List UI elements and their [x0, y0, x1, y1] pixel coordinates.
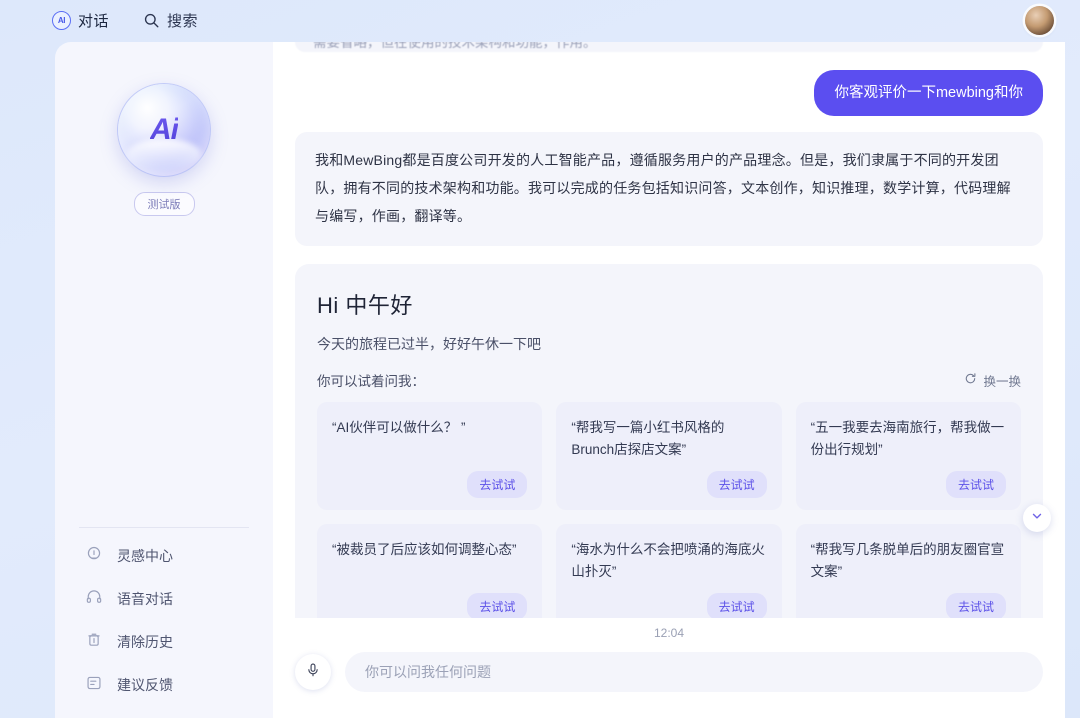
trash-icon [85, 631, 103, 652]
user-message-row: 你客观评价一下mewbing和你 [295, 70, 1043, 116]
refresh-label: 换一换 [983, 374, 1021, 389]
message-timestamp: 12:04 [273, 618, 1065, 646]
sidebar-item-label: 清除历史 [117, 633, 173, 650]
sidebar-item-label: 灵感中心 [117, 547, 173, 564]
sidebar-item-voice-chat[interactable]: 语音对话 [85, 577, 249, 620]
suggestion-text: “海水为什么不会把喷涌的海底火山扑灭” [571, 542, 765, 579]
main-panel: 需要省略，但在使用的技术架构和功能，作用。 你客观评价一下mewbing和你 我… [273, 42, 1065, 718]
suggestion-text: “帮我写几条脱单后的朋友圈官宣文案” [810, 542, 1005, 579]
tab-search[interactable]: 搜索 [143, 10, 198, 31]
greeting-title: Hi 中午好 [317, 293, 413, 318]
tab-search-label: 搜索 [167, 12, 199, 30]
top-bar: AI 对话 搜索 [0, 0, 1080, 40]
try-it-button[interactable]: 去试试 [945, 471, 1006, 498]
ai-badge-icon: AI [52, 10, 71, 30]
headphones-icon [85, 588, 103, 609]
suggestion-text: “帮我写一篇小红书风格的Brunch店探店文案” [571, 420, 725, 457]
suggestion-card[interactable]: “AI伙伴可以做什么？ ” 去试试 [317, 402, 543, 510]
app-shell: Ai 测试版 灵感中心 语音对话 清除历史 建议反馈 需要省略，但在使用的技术架… [55, 42, 1065, 718]
suggestion-action-row: 去试试 [332, 471, 528, 498]
try-it-button[interactable]: 去试试 [706, 593, 767, 618]
suggestion-action-row: 去试试 [811, 471, 1006, 498]
try-it-button[interactable]: 去试试 [706, 471, 767, 498]
tab-chat-label: 对话 [78, 12, 110, 30]
assistant-message-bubble: 我和MewBing都是百度公司开发的人工智能产品，遵循服务用户的产品理念。但是，… [295, 132, 1043, 246]
lightbulb-icon [85, 545, 103, 566]
suggestion-action-row: 去试试 [571, 593, 767, 618]
avatar[interactable] [1025, 6, 1054, 35]
chevron-down-icon [1030, 509, 1044, 528]
sidebar-item-label: 建议反馈 [117, 676, 173, 693]
suggestion-action-row: 去试试 [332, 593, 528, 618]
feedback-icon [85, 674, 103, 695]
search-icon [143, 12, 160, 29]
try-it-button[interactable]: 去试试 [467, 593, 528, 618]
suggestion-text: “被裁员了后应该如何调整心态” [332, 542, 517, 557]
suggestion-card[interactable]: “帮我写几条脱单后的朋友圈官宣文案” 去试试 [795, 524, 1021, 618]
try-it-button[interactable]: 去试试 [945, 593, 1006, 618]
refresh-suggestions-button[interactable]: 换一换 [964, 371, 1021, 390]
suggestion-action-row: 去试试 [571, 471, 767, 498]
sidebar-item-feedback[interactable]: 建议反馈 [85, 663, 249, 706]
chat-scroll-area[interactable]: 需要省略，但在使用的技术架构和功能，作用。 你客观评价一下mewbing和你 我… [273, 42, 1065, 618]
greeting-subtitle: 今天的旅程已过半，好好午休一下吧 [317, 336, 541, 352]
greeting-hint: 你可以试着问我： [317, 374, 425, 389]
sidebar-item-label: 语音对话 [117, 590, 173, 607]
suggestion-text: “AI伙伴可以做什么？ ” [332, 420, 466, 435]
suggestion-text: “五一我要去海南旅行，帮我做一份出行规划” [810, 420, 1005, 457]
sidebar-menu: 灵感中心 语音对话 清除历史 建议反馈 [55, 534, 273, 706]
message-input[interactable] [345, 652, 1043, 692]
clipped-message: 需要省略，但在使用的技术架构和功能，作用。 [295, 42, 1043, 52]
sidebar-item-clear-history[interactable]: 清除历史 [85, 620, 249, 663]
suggestion-card[interactable]: “五一我要去海南旅行，帮我做一份出行规划” 去试试 [795, 402, 1021, 510]
microphone-icon [305, 662, 321, 683]
refresh-icon [964, 372, 977, 388]
suggestion-card[interactable]: “帮我写一篇小红书风格的Brunch店探店文案” 去试试 [556, 402, 782, 510]
try-it-button[interactable]: 去试试 [467, 471, 528, 498]
greeting-card: Hi 中午好 今天的旅程已过半，好好午休一下吧 你可以试着问我： 换一换 “AI… [295, 264, 1043, 618]
sidebar-divider [79, 527, 249, 528]
scroll-to-bottom-button[interactable] [1023, 504, 1051, 532]
app-root: AI 对话 搜索 Ai 测试版 灵感中心 语音对话 清除历史 建议反馈 需要省略… [0, 0, 1080, 718]
suggestion-card-grid: “AI伙伴可以做什么？ ” 去试试 “帮我写一篇小红书风格的Brunch店探店文… [317, 402, 1021, 618]
suggestion-card[interactable]: “被裁员了后应该如何调整心态” 去试试 [317, 524, 543, 618]
user-message-bubble: 你客观评价一下mewbing和你 [814, 70, 1043, 116]
suggestion-action-row: 去试试 [811, 593, 1006, 618]
sidebar-logo: Ai 测试版 [55, 84, 273, 216]
sidebar: Ai 测试版 灵感中心 语音对话 清除历史 建议反馈 [55, 42, 273, 718]
greeting-hint-row: 你可以试着问我： 换一换 [317, 370, 1021, 390]
suggestion-card[interactable]: “海水为什么不会把喷涌的海底火山扑灭” 去试试 [556, 524, 782, 618]
beta-badge: 测试版 [133, 192, 195, 216]
tab-chat[interactable]: AI 对话 [52, 10, 109, 31]
microphone-button[interactable] [295, 654, 331, 690]
composer [273, 646, 1065, 718]
ai-orb-label: Ai [150, 113, 179, 146]
ai-orb-icon: Ai [118, 84, 210, 176]
sidebar-item-inspiration[interactable]: 灵感中心 [85, 534, 249, 577]
